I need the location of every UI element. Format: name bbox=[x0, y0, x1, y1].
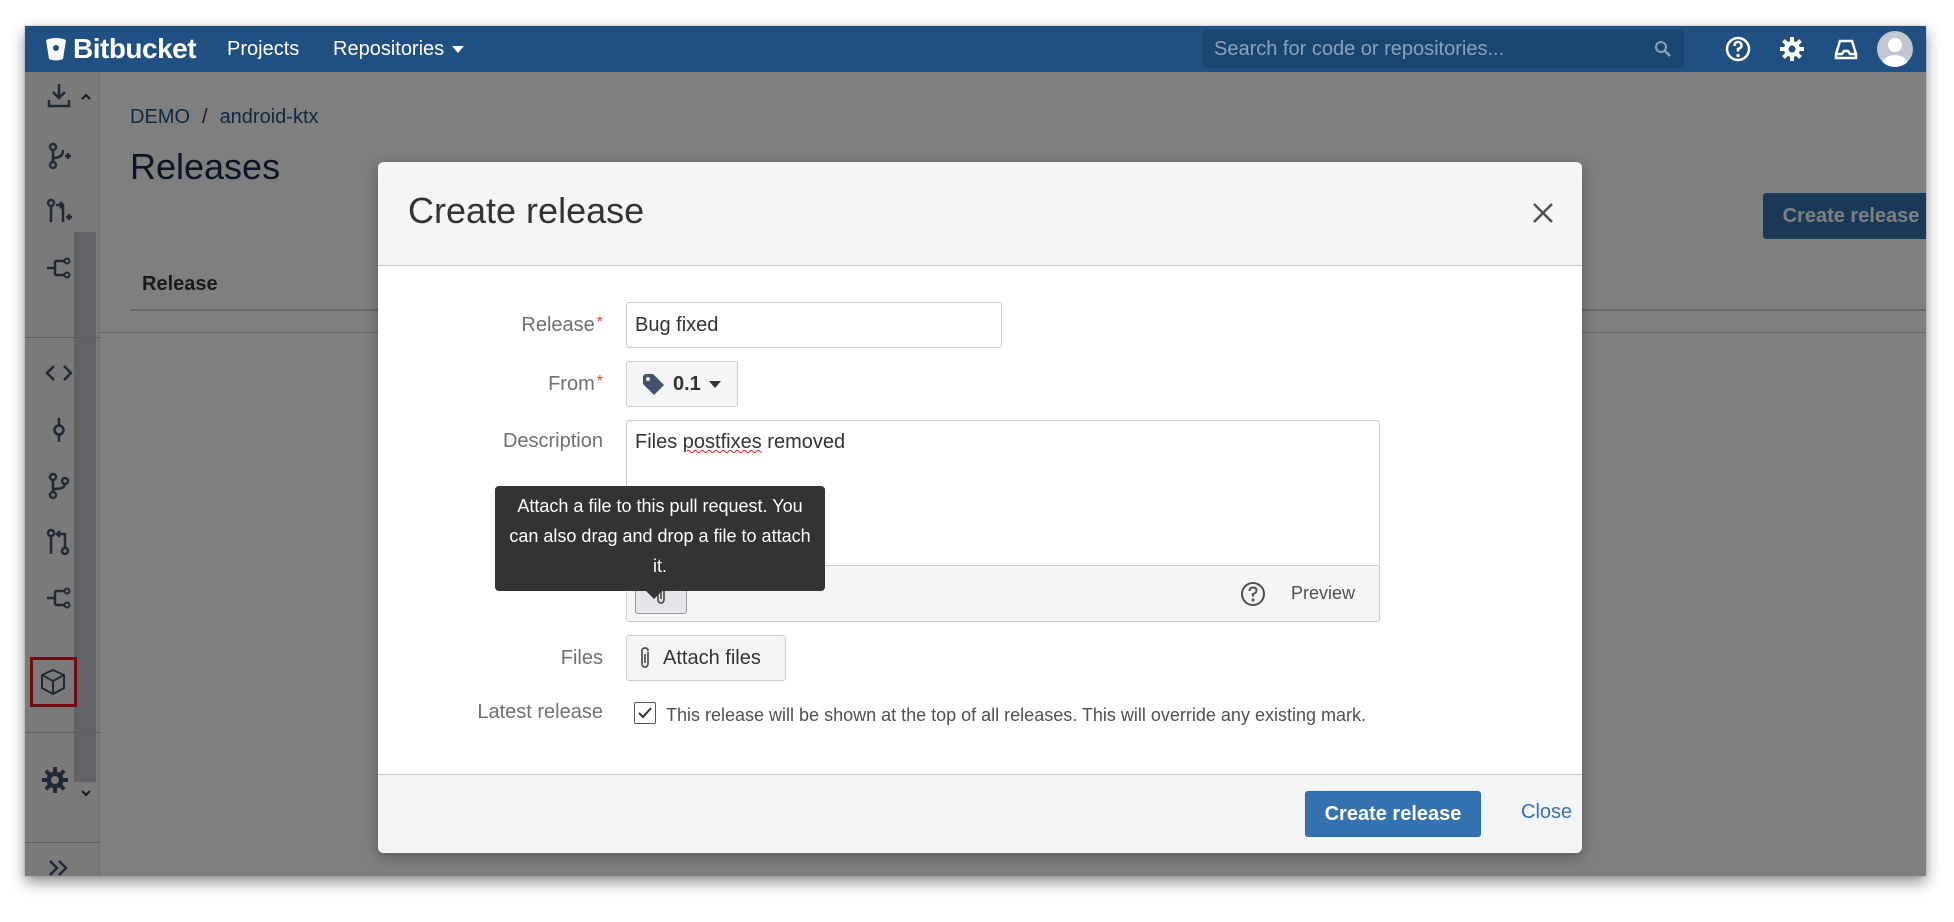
markdown-help-icon[interactable] bbox=[1239, 580, 1267, 608]
create-release-submit-button[interactable]: Create release bbox=[1305, 791, 1481, 837]
latest-release-checkbox[interactable] bbox=[634, 702, 656, 724]
paperclip-icon bbox=[641, 647, 649, 668]
release-label: Release * bbox=[383, 314, 603, 337]
attach-tooltip: Attach a file to this pull request. You … bbox=[495, 486, 825, 591]
latest-release-description: This release will be shown at the top of… bbox=[666, 705, 1366, 725]
attach-files-label: Attach files bbox=[663, 646, 761, 669]
chevron-down-icon bbox=[452, 46, 465, 54]
user-avatar-icon bbox=[1882, 38, 1908, 67]
from-tag-value: 0.1 bbox=[673, 372, 701, 395]
description-text-part: Files bbox=[635, 431, 683, 453]
description-text: Files postfixes removed bbox=[635, 431, 845, 454]
help-icon[interactable] bbox=[1723, 34, 1753, 64]
dialog-header: Create release bbox=[378, 162, 1582, 266]
top-navigation-bar: Bitbucket Projects Repositories bbox=[25, 26, 1926, 72]
from-label: From * bbox=[383, 373, 603, 396]
user-avatar[interactable] bbox=[1877, 31, 1913, 67]
search-icon[interactable] bbox=[1654, 40, 1672, 58]
from-label-text: From bbox=[548, 373, 595, 395]
bitbucket-logo-icon bbox=[46, 38, 66, 61]
dialog-title: Create release bbox=[408, 190, 645, 231]
close-dialog-link[interactable]: Close bbox=[1521, 801, 1572, 824]
preview-link[interactable]: Preview bbox=[1291, 583, 1355, 604]
nav-repositories-dropdown[interactable]: Repositories bbox=[333, 26, 465, 72]
gear-icon[interactable] bbox=[1777, 34, 1807, 64]
required-marker: * bbox=[596, 373, 603, 390]
search-box bbox=[1202, 30, 1684, 68]
brand-name: Bitbucket bbox=[73, 33, 197, 64]
attach-files-button[interactable]: Attach files bbox=[626, 635, 786, 681]
bitbucket-logo[interactable]: Bitbucket bbox=[45, 26, 197, 72]
inbox-icon[interactable] bbox=[1831, 34, 1861, 64]
tag-icon bbox=[643, 374, 664, 395]
close-icon[interactable] bbox=[1530, 200, 1556, 226]
tooltip-arrow bbox=[646, 591, 662, 599]
search-input[interactable] bbox=[1214, 30, 1634, 68]
required-marker: * bbox=[596, 314, 603, 331]
files-label: Files bbox=[560, 647, 603, 669]
release-name-input[interactable] bbox=[626, 302, 1002, 348]
description-text-part: removed bbox=[761, 431, 846, 453]
create-release-dialog: Create release Release* From* 0.1 Descri… bbox=[378, 162, 1582, 853]
app-window: Bitbucket Projects Repositories Search f… bbox=[25, 26, 1926, 876]
latest-release-label: Latest release bbox=[477, 701, 603, 723]
nav-repositories-label: Repositories bbox=[333, 38, 445, 60]
dialog-footer: Create release Close bbox=[378, 774, 1582, 853]
release-label-text: Release bbox=[521, 314, 595, 336]
misspelled-word: postfixes bbox=[682, 431, 762, 453]
checkmark-icon bbox=[638, 707, 652, 719]
chevron-down-icon bbox=[708, 380, 721, 388]
from-tag-selector[interactable]: 0.1 bbox=[626, 361, 738, 407]
nav-projects[interactable]: Projects bbox=[227, 26, 299, 72]
description-label: Description bbox=[502, 430, 603, 452]
